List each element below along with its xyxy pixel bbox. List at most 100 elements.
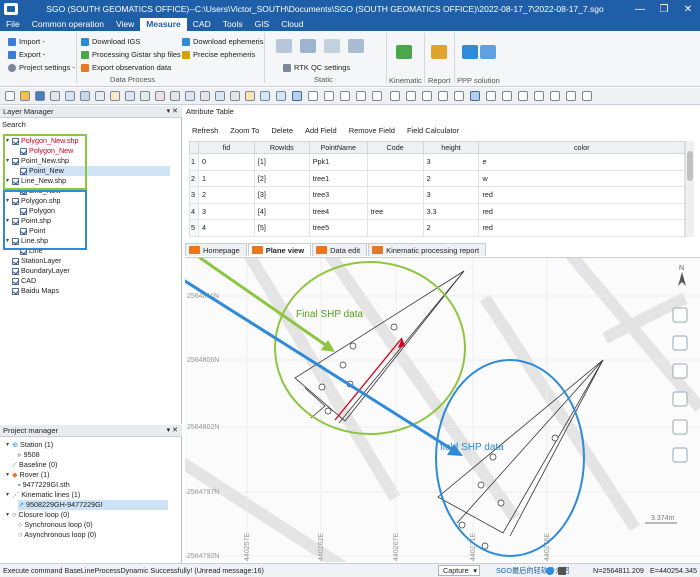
refresh-icon[interactable] [372,91,382,101]
cell[interactable]: red [478,202,685,220]
menu-gis[interactable]: GIS [249,18,276,31]
point-feature[interactable] [390,323,398,331]
collapse-icon[interactable]: ▾ [4,236,11,246]
polygon-feature[interactable] [294,270,465,422]
column-header[interactable]: Code [366,141,424,154]
cell[interactable]: [1] [253,153,310,171]
import-icon[interactable] [50,91,60,101]
collapse-icon[interactable]: ▾ [4,196,11,206]
tool-icon[interactable] [140,91,150,101]
project-item[interactable]: ○ Asynchronous loop (0) [18,530,96,540]
tool-icon[interactable] [230,91,240,101]
cell[interactable]: 0 [197,153,255,171]
cell[interactable]: tree [366,202,424,220]
point-feature[interactable] [324,407,332,415]
field-shp-features[interactable] [437,359,604,550]
zoom-out-icon[interactable] [324,91,334,101]
checkbox[interactable] [12,137,19,145]
table-row[interactable]: 3 2 [3] tree3 3 red [189,186,685,204]
checkbox[interactable] [12,197,19,205]
cell[interactable]: 2 [422,219,480,237]
checkbox[interactable] [20,207,27,215]
project-settings-button[interactable]: Project settings - [8,63,75,72]
import-button[interactable]: Import - [8,37,45,46]
checkbox[interactable] [20,147,27,155]
layer-item[interactable]: CAD [12,276,36,286]
layer-item[interactable]: BoundaryLayer [12,266,70,276]
checkbox[interactable] [12,217,19,225]
cell[interactable]: 4 [197,219,255,237]
rtk-qc-settings-button[interactable]: RTK QC settings [283,63,350,72]
cell[interactable]: 1 [197,169,255,187]
checkbox[interactable] [12,177,19,185]
capture-dropdown[interactable]: Capture ▾ [438,565,480,576]
checkbox[interactable] [12,237,19,245]
layer-item[interactable]: Point [20,226,45,236]
layer-item[interactable]: Line_New [20,186,61,196]
mail-icon[interactable] [502,91,512,101]
checkbox[interactable] [12,287,19,295]
menu-view[interactable]: View [110,18,140,31]
column-header[interactable]: height [422,141,480,154]
point-feature[interactable] [339,361,347,369]
restore-button[interactable]: ❐ [652,4,676,15]
cell[interactable]: [2] [253,169,310,187]
layer-item[interactable]: Polygon [20,206,55,216]
checkbox[interactable] [12,277,19,285]
checkbox[interactable] [20,247,27,255]
report-icon[interactable] [431,45,447,59]
tab-kinematic-report[interactable]: Kinematic processing report [368,243,487,256]
zoom-window-icon[interactable] [356,91,366,101]
cell[interactable]: 3.3 [422,202,480,220]
save-icon[interactable] [35,91,45,101]
table-row[interactable]: 2 1 [2] tree1 2 w [189,169,685,187]
map-canvas[interactable]: 2564811N 2564806N 2564802N 2564797N 2564… [185,258,700,562]
project-item-baseline[interactable]: ⟋ Baseline (0) [4,460,57,470]
cell[interactable]: 3 [197,202,255,220]
chart-icon[interactable] [566,91,576,101]
cell[interactable]: Ppk1 [308,153,368,171]
column-header[interactable]: color [478,141,685,154]
point-feature[interactable] [497,499,505,507]
ppp-icon[interactable] [480,45,496,59]
save-image-icon[interactable] [518,91,528,101]
pan-hand-icon[interactable] [292,91,302,101]
cell[interactable]: tree3 [308,186,368,204]
menu-file[interactable]: File [0,18,26,31]
kinematic-button[interactable]: Kinematic [389,76,422,85]
processing-gistar-button[interactable]: Processing Gistar shp files [81,50,181,59]
tool-icon[interactable] [200,91,210,101]
project-item[interactable]: ▪ 9477229GI.sth [18,480,70,490]
layer-item[interactable]: ▾ Point.shp [4,216,51,226]
collapse-icon[interactable]: ▾ [4,176,11,186]
project-item-rover[interactable]: ▾ ◆ Rover (1) [4,470,50,480]
remove-field-button[interactable]: Remove Field [343,125,401,137]
checkbox[interactable] [12,157,19,165]
layer-item[interactable]: Polygon_New [20,146,73,156]
layer-item[interactable]: ▾ Line.shp [4,236,48,246]
point-feature[interactable] [489,453,497,461]
cell[interactable] [366,219,424,237]
export-observation-button[interactable]: Export observation data [81,63,171,72]
cell[interactable]: tree5 [308,219,368,237]
checkbox[interactable] [20,167,27,175]
cell[interactable]: e [478,153,685,171]
point-feature[interactable] [318,383,326,391]
tool-icon[interactable] [215,91,225,101]
report-button[interactable]: Report [428,76,451,85]
layer-item[interactable]: ▾ Line_New.shp [4,176,66,186]
zoom-to-button[interactable]: Zoom To [224,125,265,137]
layer-item[interactable]: Line [20,246,43,256]
tool-icon[interactable] [170,91,180,101]
select-icon[interactable] [438,91,448,101]
tab-plane-view[interactable]: Plane view [247,243,312,256]
zoom-in-icon[interactable] [308,91,318,101]
select-area-icon[interactable] [672,391,688,407]
cell[interactable]: [3] [253,186,310,204]
cell[interactable]: tree4 [308,202,368,220]
project-item[interactable]: ▹ 9508 [18,450,40,460]
field-calculator-button[interactable]: Field Calculator [401,125,465,137]
cell[interactable]: tree1 [308,169,368,187]
tool-icon[interactable] [260,91,270,101]
point-feature[interactable] [349,342,357,350]
